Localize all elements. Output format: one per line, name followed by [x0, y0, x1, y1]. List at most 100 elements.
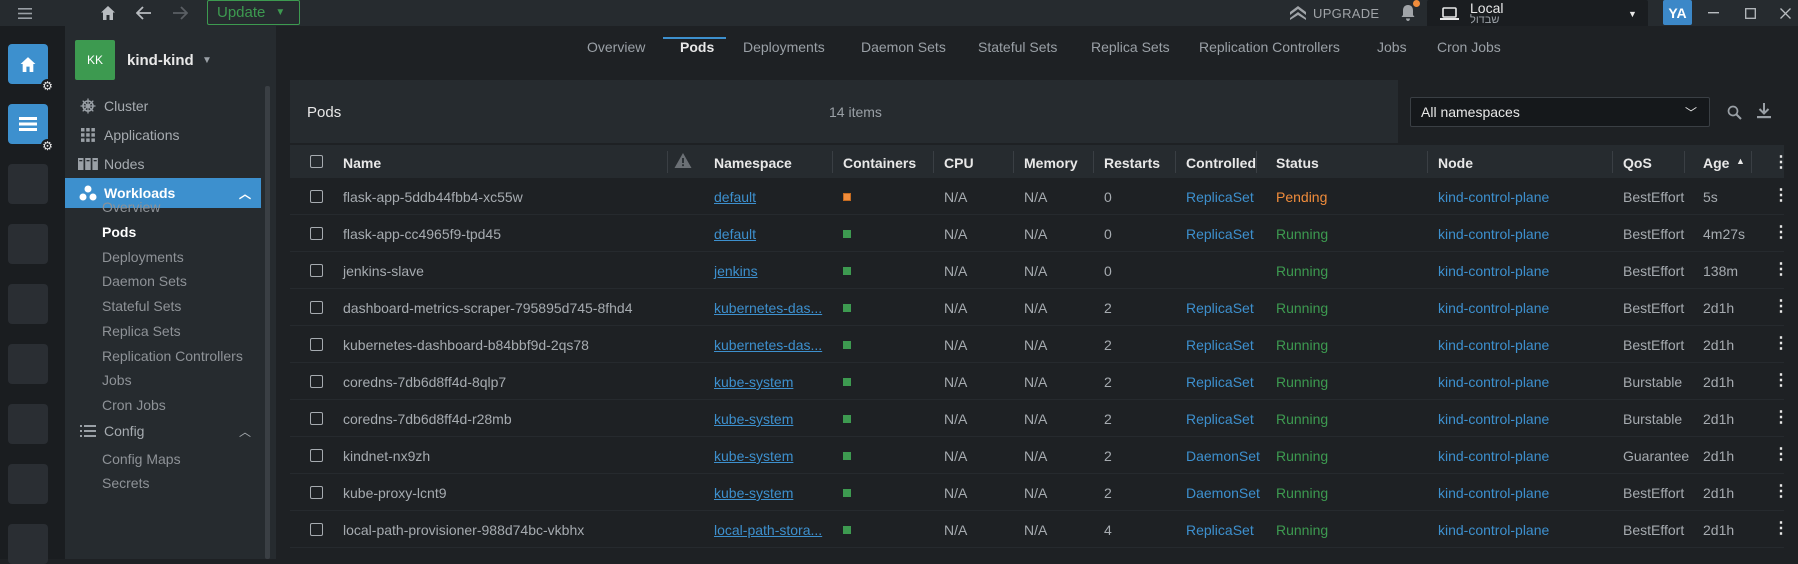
sidebar-subitem-stateful-sets[interactable]: Stateful Sets	[102, 298, 181, 314]
sidebar-subitem-pods[interactable]: Pods	[102, 224, 136, 240]
tab-replication-controllers[interactable]: Replication Controllers	[1199, 39, 1340, 55]
sidebar-item-config[interactable]: Config ︿	[65, 416, 261, 446]
table-row[interactable]: flask-app-cc4965f9-tpd45 default N/A N/A 0 Re…	[290, 215, 1798, 252]
hotbar-empty-slot[interactable]	[8, 524, 48, 564]
column-header-name[interactable]: Name	[343, 155, 381, 171]
notifications-bell-icon[interactable]	[1397, 0, 1420, 24]
container-status-indicator[interactable]	[843, 526, 851, 534]
cell-namespace-link[interactable]: local-path-stora...	[714, 522, 822, 538]
container-status-indicator[interactable]	[843, 193, 851, 201]
tab-deployments[interactable]: Deployments	[743, 39, 825, 55]
cell-node-link[interactable]: kind-control-plane	[1438, 337, 1549, 353]
sidebar-subitem-config-maps[interactable]: Config Maps	[102, 451, 181, 467]
back-arrow-icon[interactable]	[133, 2, 155, 24]
forward-arrow-icon[interactable]	[169, 2, 191, 24]
row-checkbox[interactable]	[310, 449, 323, 462]
user-avatar[interactable]: YA	[1663, 0, 1692, 25]
chevron-up-icon[interactable]: ︿	[239, 423, 251, 440]
table-row[interactable]: dashboard-metrics-scraper-795895d745-8fh…	[290, 289, 1798, 326]
row-checkbox[interactable]	[310, 227, 323, 240]
namespace-select[interactable]: All namespaces ﹀	[1410, 97, 1710, 127]
cell-node-link[interactable]: kind-control-plane	[1438, 374, 1549, 390]
cell-controlled-link[interactable]: ReplicaSet	[1186, 300, 1254, 316]
cell-node-link[interactable]: kind-control-plane	[1438, 448, 1549, 464]
sidebar-item-nodes[interactable]: Nodes	[65, 149, 261, 179]
container-status-indicator[interactable]	[843, 341, 851, 349]
container-status-indicator[interactable]	[843, 230, 851, 238]
cell-controlled-link[interactable]: ReplicaSet	[1186, 337, 1254, 353]
download-icon[interactable]	[1753, 100, 1775, 122]
sidebar-subitem-daemon-sets[interactable]: Daemon Sets	[102, 273, 187, 289]
table-row[interactable]: kubernetes-dashboard-b84bbf9d-2qs78 kuber…	[290, 326, 1798, 363]
hotbar-empty-slot[interactable]	[8, 224, 48, 264]
sidebar-scrollbar[interactable]	[265, 86, 270, 559]
table-row[interactable]: coredns-7db6d8ff4d-r28mb kube-system N/A N/…	[290, 400, 1798, 437]
cell-namespace-link[interactable]: kube-system	[714, 374, 793, 390]
table-row[interactable]: jenkins-slave jenkins N/A N/A 0 Running kind-c…	[290, 252, 1798, 289]
cell-node-link[interactable]: kind-control-plane	[1438, 189, 1549, 205]
row-checkbox[interactable]	[310, 375, 323, 388]
sidebar-subitem-cron-jobs[interactable]: Cron Jobs	[102, 397, 166, 413]
cell-namespace-link[interactable]: kube-system	[714, 411, 793, 427]
hotbar-empty-slot[interactable]	[8, 344, 48, 384]
container-status-indicator[interactable]	[843, 415, 851, 423]
table-row[interactable]: kube-proxy-lcnt9 kube-system N/A N/A 2 Daemon…	[290, 474, 1798, 511]
hotbar-empty-slot[interactable]	[8, 404, 48, 444]
cell-controlled-link[interactable]: ReplicaSet	[1186, 411, 1254, 427]
tab-daemon-sets[interactable]: Daemon Sets	[861, 39, 946, 55]
hamburger-menu-icon[interactable]	[14, 3, 36, 23]
context-selector[interactable]: Local שבדול ▼	[1427, 0, 1648, 29]
hotbar-empty-slot[interactable]	[8, 164, 48, 204]
column-header-containers[interactable]: Containers	[843, 155, 916, 171]
cell-node-link[interactable]: kind-control-plane	[1438, 411, 1549, 427]
sidebar-subitem-overview[interactable]: Overview	[102, 199, 160, 215]
cell-node-link[interactable]: kind-control-plane	[1438, 522, 1549, 538]
select-all-checkbox[interactable]	[310, 155, 323, 168]
column-header-restarts[interactable]: Restarts	[1104, 155, 1160, 171]
cell-controlled-link[interactable]: DaemonSet	[1186, 485, 1260, 501]
update-button[interactable]: Update ▼	[207, 0, 300, 25]
sidebar-subitem-replica-sets[interactable]: Replica Sets	[102, 323, 181, 339]
sidebar-item-applications[interactable]: Applications	[65, 120, 261, 150]
cell-namespace-link[interactable]: kube-system	[714, 485, 793, 501]
row-checkbox[interactable]	[310, 338, 323, 351]
column-header-qos[interactable]: QoS	[1623, 155, 1652, 171]
hotbar-empty-slot[interactable]	[8, 464, 48, 504]
cell-controlled-link[interactable]: ReplicaSet	[1186, 522, 1254, 538]
column-header-age[interactable]: Age	[1703, 155, 1729, 171]
minimize-window-icon[interactable]	[1704, 4, 1722, 22]
column-header-status[interactable]: Status	[1276, 155, 1319, 171]
row-checkbox[interactable]	[310, 190, 323, 203]
tab-cron-jobs[interactable]: Cron Jobs	[1437, 39, 1501, 55]
sidebar-subitem-secrets[interactable]: Secrets	[102, 475, 149, 491]
container-status-indicator[interactable]	[843, 304, 851, 312]
row-checkbox[interactable]	[310, 301, 323, 314]
tab-jobs[interactable]: Jobs	[1377, 39, 1407, 55]
sidebar-item-workloads[interactable]: Workloads ︿	[65, 178, 261, 208]
hotbar-empty-slot[interactable]	[8, 284, 48, 324]
cell-controlled-link[interactable]: ReplicaSet	[1186, 226, 1254, 242]
container-status-indicator[interactable]	[843, 489, 851, 497]
column-header-cpu[interactable]: CPU	[944, 155, 974, 171]
cell-namespace-link[interactable]: default	[714, 189, 756, 205]
sidebar-subitem-deployments[interactable]: Deployments	[102, 249, 184, 265]
tab-replica-sets[interactable]: Replica Sets	[1091, 39, 1170, 55]
container-status-indicator[interactable]	[843, 378, 851, 386]
sidebar-item-cluster[interactable]: Cluster	[65, 91, 261, 121]
cell-namespace-link[interactable]: kubernetes-das...	[714, 300, 822, 316]
gear-icon[interactable]: ⚙	[41, 79, 54, 93]
maximize-window-icon[interactable]	[1741, 4, 1759, 22]
cell-controlled-link[interactable]: ReplicaSet	[1186, 189, 1254, 205]
cell-node-link[interactable]: kind-control-plane	[1438, 300, 1549, 316]
sort-ascending-icon[interactable]: ▲	[1736, 156, 1745, 166]
cell-namespace-link[interactable]: jenkins	[714, 263, 758, 279]
column-header-namespace[interactable]: Namespace	[714, 155, 792, 171]
cell-namespace-link[interactable]: default	[714, 226, 756, 242]
row-checkbox[interactable]	[310, 264, 323, 277]
column-header-memory[interactable]: Memory	[1024, 155, 1078, 171]
sidebar-subitem-replication-controllers[interactable]: Replication Controllers	[102, 348, 243, 364]
upgrade-button[interactable]: UPGRADE	[1289, 2, 1379, 24]
column-header-controlled[interactable]: Controlled	[1186, 155, 1256, 171]
cell-node-link[interactable]: kind-control-plane	[1438, 485, 1549, 501]
sidebar-subitem-jobs[interactable]: Jobs	[102, 372, 132, 388]
